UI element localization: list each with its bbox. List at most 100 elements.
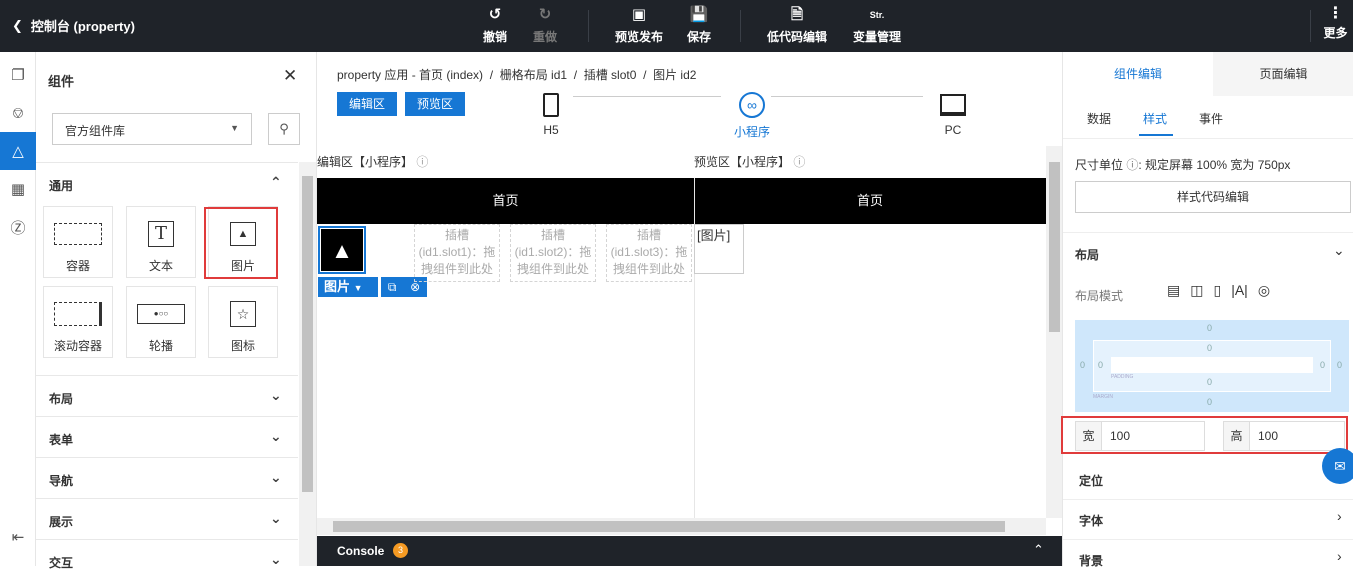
section-interaction[interactable]: 交互 ⌄ [36, 539, 298, 580]
layout-section-title[interactable]: 布局 [1075, 246, 1099, 263]
library-select[interactable]: 官方组件库 ▼ [52, 113, 252, 145]
divider [1063, 499, 1353, 500]
redo-button[interactable]: ↻ 重做 [523, 6, 567, 45]
subtab-events[interactable]: 事件 [1199, 110, 1223, 127]
console-label: Console [337, 544, 385, 558]
js-icon[interactable]: Ⓩ [0, 208, 36, 246]
layout-block-icon[interactable]: ▤ [1167, 282, 1180, 299]
collapse-menu-icon[interactable]: ⇤ [0, 518, 36, 556]
left-icon-rail: ❐ ⎊ △ ▦ Ⓩ ⇤ [0, 52, 36, 566]
scroll-container-icon [44, 301, 112, 327]
pages-icon[interactable]: ❐ [0, 56, 36, 94]
padding-top[interactable]: 0 [1207, 343, 1212, 353]
position-section-title[interactable]: 定位 [1079, 472, 1103, 489]
more-button[interactable]: ⋮ 更多 [1318, 4, 1353, 41]
component-container[interactable]: 容器 [43, 206, 113, 278]
style-code-edit-button[interactable]: 样式代码编辑 [1075, 181, 1351, 213]
edit-page-header: 首页 [317, 178, 694, 224]
save-button[interactable]: 💾 保存 [677, 6, 721, 45]
more-vertical-icon: ⋮ [1327, 5, 1344, 22]
components-icon[interactable]: △ [0, 132, 36, 170]
slot-3[interactable]: 插槽 (id1.slot3)：拖拽组件到此处 [606, 224, 692, 282]
scrollbar-thumb[interactable] [333, 521, 1005, 532]
search-icon: ⚲ [279, 121, 289, 136]
component-text[interactable]: T 文本 [126, 206, 196, 278]
scrollbar-thumb[interactable] [302, 176, 313, 492]
margin-left[interactable]: 0 [1080, 360, 1085, 370]
subtab-data[interactable]: 数据 [1087, 110, 1111, 127]
padding-bottom[interactable]: 0 [1207, 377, 1212, 387]
preview-area-button[interactable]: 预览区 [405, 92, 466, 116]
chevron-down-icon: ⌄ [270, 428, 282, 444]
components-panel: 组件 ✕ 官方组件库 ▼ ⚲ 通用 ⌃ 容器 T 文本 ▲ 图片 滚动容器 ●○○ 轮播 … [36, 52, 316, 580]
close-icon[interactable]: ✕ [283, 66, 297, 86]
tab-page-edit[interactable]: 页面编辑 [1213, 52, 1353, 96]
section-nav[interactable]: 导航 ⌄ [36, 457, 298, 498]
hide-icon[interactable]: ◎ [1258, 282, 1270, 299]
margin-label: MARGIN [1093, 394, 1113, 400]
copy-icon[interactable]: ⧉ [388, 277, 397, 297]
image-toolbar-label[interactable]: 图片 ▼ [318, 277, 378, 297]
margin-right[interactable]: 0 [1337, 360, 1342, 370]
variable-icon: Str. [869, 10, 885, 20]
canvas-horizontal-scrollbar[interactable] [317, 518, 1046, 535]
chevron-right-icon[interactable]: › [1337, 548, 1342, 564]
highlight-box [1061, 416, 1348, 454]
edit-area-button[interactable]: 编辑区 [337, 92, 398, 116]
carousel-icon: ●○○ [127, 301, 195, 327]
breadcrumb: property 应用 - 首页 (index) / 栅格布局 id1 / 插槽… [337, 68, 697, 82]
section-display[interactable]: 展示 ⌄ [36, 498, 298, 539]
console-bar[interactable]: Console 3 ⌃ [317, 536, 1063, 566]
section-general[interactable]: 通用 ⌃ [36, 162, 298, 203]
section-layout[interactable]: 布局 ⌄ [36, 375, 298, 416]
undo-button[interactable]: ↺ 撤销 [473, 6, 517, 45]
tree-icon[interactable]: ⎊ [0, 94, 36, 132]
monitor-icon: ▣ [631, 6, 647, 23]
selected-image-component[interactable]: ▲ [318, 226, 366, 274]
panel-title: 组件 [48, 74, 75, 89]
panel-scrollbar[interactable] [299, 162, 316, 566]
component-carousel[interactable]: ●○○ 轮播 [126, 286, 196, 358]
component-scroll-container[interactable]: 滚动容器 [43, 286, 113, 358]
canvas-vertical-scrollbar[interactable] [1046, 146, 1063, 518]
component-icon[interactable]: ☆ 图标 [208, 286, 278, 358]
device-miniprogram[interactable]: ∞ 小程序 [727, 90, 777, 140]
preview-area-label: 预览区【小程序】 ⓘ [694, 155, 806, 169]
subtab-style[interactable]: 样式 [1143, 110, 1167, 127]
layout-flex-icon[interactable]: ◫ [1190, 282, 1203, 299]
image-lib-icon[interactable]: ▦ [0, 170, 36, 208]
device-pc[interactable]: PC [937, 90, 969, 137]
chevron-up-icon[interactable]: ⌃ [1033, 542, 1044, 558]
slot-1[interactable]: 插槽 (id1.slot1)：拖拽组件到此处 [414, 224, 500, 282]
star-icon: ☆ [209, 301, 277, 327]
padding-right[interactable]: 0 [1320, 360, 1325, 370]
lowcode-edit-button[interactable]: 🗎 低代码编辑 [762, 6, 832, 45]
margin-bottom[interactable]: 0 [1207, 397, 1212, 407]
section-form[interactable]: 表单 ⌄ [36, 416, 298, 457]
chat-icon: ✉ [1334, 457, 1346, 474]
layout-inline-icon[interactable]: ▯ [1213, 282, 1221, 299]
undo-icon: ↺ [488, 6, 502, 23]
chevron-up-icon: ⌃ [270, 174, 282, 190]
highlight-box [204, 207, 278, 279]
device-h5[interactable]: H5 [535, 90, 567, 137]
chevron-down-icon[interactable]: ⌄ [1333, 242, 1345, 259]
preview-publish-button[interactable]: ▣ 预览发布 [604, 6, 674, 45]
back-button[interactable]: ❮ 控制台 (property) [12, 16, 135, 35]
tab-component-edit[interactable]: 组件编辑 [1063, 52, 1213, 96]
variable-manage-button[interactable]: Str. 变量管理 [842, 6, 912, 45]
chevron-right-icon[interactable]: › [1337, 508, 1342, 524]
background-section-title[interactable]: 背景 [1079, 552, 1103, 569]
edit-area-label: 编辑区【小程序】 ⓘ [317, 155, 429, 169]
scrollbar-thumb[interactable] [1049, 162, 1060, 332]
margin-top[interactable]: 0 [1207, 323, 1212, 333]
divider [1063, 138, 1353, 139]
preview-broken-image: [图片] [694, 224, 744, 274]
slot-2[interactable]: 插槽 (id1.slot2)：拖拽组件到此处 [510, 224, 596, 282]
divider [1310, 10, 1311, 42]
padding-left[interactable]: 0 [1098, 360, 1103, 370]
layout-text-icon[interactable]: |A| [1231, 282, 1248, 299]
chat-bubble-button[interactable]: ✉ [1322, 448, 1353, 484]
font-section-title[interactable]: 字体 [1079, 512, 1103, 529]
search-button[interactable]: ⚲ [268, 113, 300, 145]
